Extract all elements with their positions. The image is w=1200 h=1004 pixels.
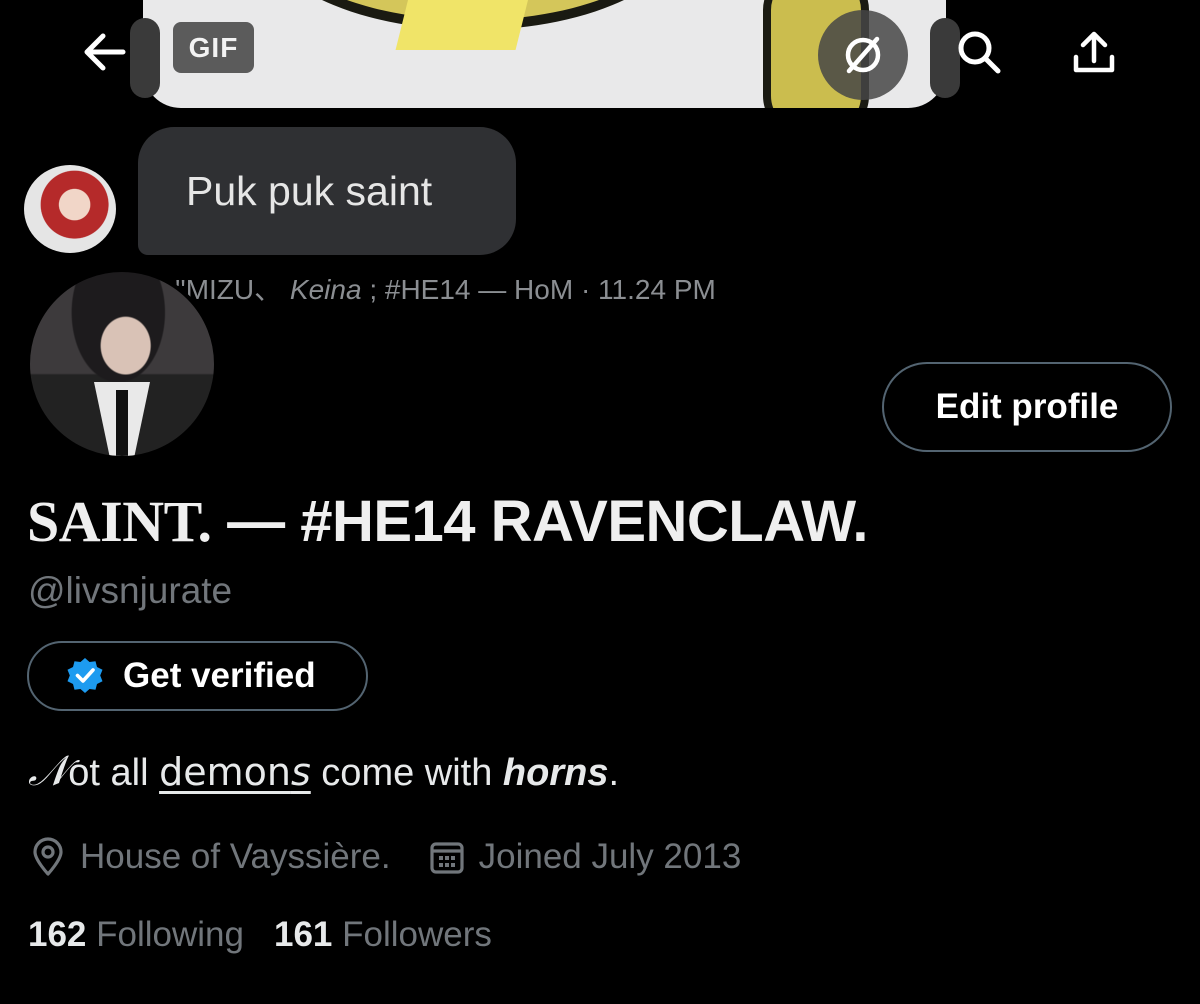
back-button[interactable]: [58, 6, 150, 98]
display-name-serif: SAINT.: [27, 489, 212, 554]
bio-part1: ot all: [68, 752, 160, 794]
following-label: Following: [96, 915, 244, 954]
search-button[interactable]: [933, 6, 1025, 98]
profile-bio: 𝒩ot all demons come with horns.: [28, 748, 619, 796]
bio-part2: come with: [310, 752, 503, 794]
edit-profile-button[interactable]: Edit profile: [882, 362, 1172, 452]
reply-author-suffix: ; #HE14 — HoM: [369, 274, 574, 305]
get-verified-label: Get verified: [123, 656, 316, 695]
follow-stats: 162 Following 161 Followers: [28, 915, 492, 955]
profile-info-row: House of Vayssière. Joined July 2013: [30, 832, 741, 882]
share-button[interactable]: [1048, 6, 1140, 98]
profile-avatar[interactable]: [26, 268, 218, 460]
bio-demons-word: demons: [159, 750, 311, 794]
verified-badge-icon: [65, 656, 105, 696]
following-link[interactable]: 162 Following: [28, 915, 244, 954]
display-name-rest: — #HE14 RAVENCLAW.: [211, 489, 869, 554]
gif-artwork-left: [253, 0, 693, 50]
reply-timestamp: · 11.24 PM: [580, 274, 716, 305]
profile-joined: Joined July 2013: [478, 837, 742, 876]
reply-text: Puk puk saint: [186, 167, 433, 214]
bio-script-letter: 𝒩: [28, 749, 69, 795]
location-pin-icon: [30, 837, 66, 877]
arrow-left-icon: [84, 33, 126, 71]
followers-label: Followers: [342, 915, 492, 954]
reply-author-italic: Keina: [289, 274, 362, 305]
calendar-icon: [429, 838, 465, 876]
profile-display-name: SAINT. — #HE14 RAVENCLAW.: [27, 488, 869, 555]
bio-end: .: [608, 752, 620, 794]
reply-message-bubble: Puk puk saint: [138, 127, 516, 255]
search-icon: [958, 31, 1001, 74]
followers-count: 161: [274, 915, 333, 954]
reply-author-avatar[interactable]: [24, 165, 116, 253]
bio-horns-word: horns: [502, 752, 609, 794]
reply-meta: ''MIZU、 Keina ; #HE14 — HoM · 11.24 PM: [175, 268, 716, 308]
following-count: 162: [28, 915, 87, 954]
disable-gif-button[interactable]: [818, 10, 908, 100]
gif-badge: GIF: [173, 22, 254, 73]
no-symbol-icon: [845, 36, 881, 74]
get-verified-button[interactable]: Get verified: [27, 641, 368, 711]
profile-location: House of Vayssière.: [80, 837, 391, 876]
profile-handle: @livsnjurate: [28, 570, 233, 611]
followers-link[interactable]: 161 Followers: [274, 915, 492, 954]
avatar-tie: [116, 390, 128, 456]
share-icon: [1073, 31, 1115, 73]
